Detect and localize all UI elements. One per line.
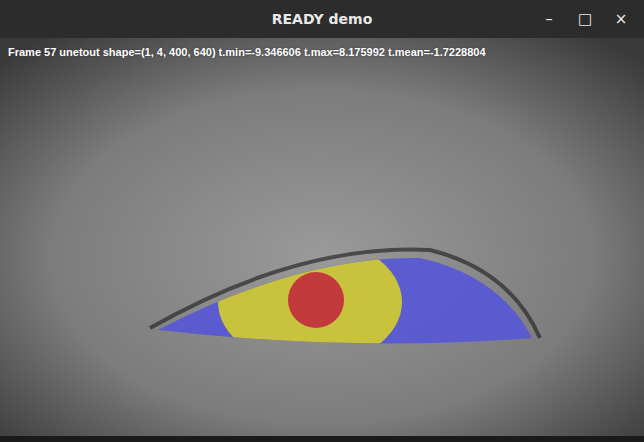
window-control-button[interactable]: □ (570, 6, 600, 32)
window-control-button[interactable]: – (534, 6, 564, 32)
title-bar[interactable]: READY demo –□× (0, 0, 644, 38)
window-title: READY demo (120, 11, 524, 27)
eye-segmentation-icon (0, 38, 644, 436)
window-controls: –□× (524, 6, 644, 32)
frame-info-overlay: Frame 57 unetout shape=(1, 4, 400, 640) … (8, 46, 640, 58)
window-control-button[interactable]: × (606, 6, 636, 32)
app-window: READY demo –□× Frame 57 unetout shape=(1… (0, 0, 644, 442)
background-terminal-strip (0, 436, 644, 442)
video-frame: Frame 57 unetout shape=(1, 4, 400, 640) … (0, 38, 644, 436)
